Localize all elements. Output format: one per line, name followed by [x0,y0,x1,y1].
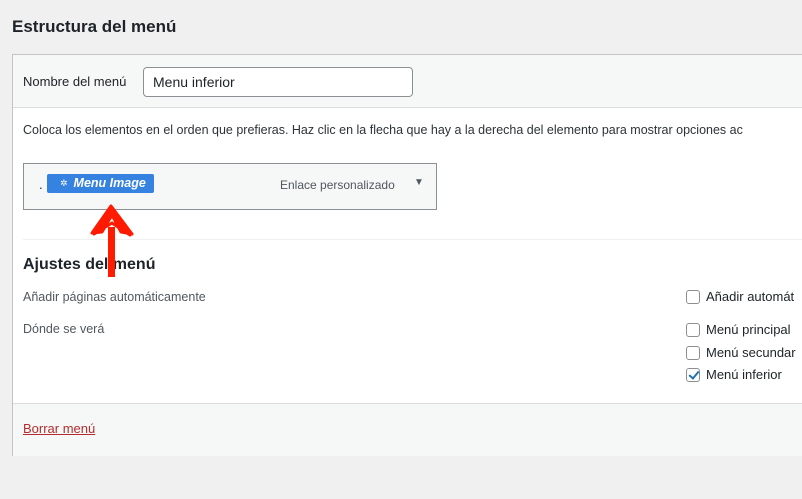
menu-structure-panel: Nombre del menú Coloca los elementos en … [12,54,802,456]
menu-item[interactable]: . ✲ Menu Image Enlace personalizado ▼ [23,163,437,210]
menu-instructions: Coloca los elementos en el orden que pre… [23,123,743,137]
location-option-secondary[interactable]: Menú secundar [686,344,796,362]
auto-add-checkbox[interactable] [686,289,700,304]
location-label-secondary: Menú secundar [706,345,796,361]
auto-add-label: Añadir páginas automáticamente [23,290,206,304]
auto-add-option[interactable]: Añadir automát [686,288,794,306]
location-option-footer[interactable]: Menú inferior [686,366,782,384]
auto-add-option-label: Añadir automát [706,289,795,305]
menu-item-type: Enlace personalizado [280,178,395,192]
location-checkbox-secondary[interactable] [686,345,700,360]
delete-menu-link[interactable]: Borrar menú [23,421,95,436]
gear-icon: ✲ [60,178,68,188]
panel-footer: Borrar menú [13,403,802,456]
section-divider [23,239,802,240]
location-option-primary[interactable]: Menú principal [686,321,791,339]
menu-item-title: Menu Image [73,176,146,190]
location-checkbox-footer[interactable] [686,367,700,382]
menu-settings-title: Ajustes del menú [23,256,156,273]
location-label-primary: Menú principal [706,322,791,338]
chevron-down-icon[interactable]: ▼ [414,177,424,188]
menu-item-title-badge[interactable]: ✲ Menu Image [47,174,154,193]
menu-name-label: Nombre del menú [23,74,127,89]
locations-label: Dónde se verá [23,322,105,336]
checkmark-icon [688,368,700,380]
menu-name-row: Nombre del menú [13,55,802,108]
menu-item-prefix: . [39,177,43,192]
location-label-footer: Menú inferior [706,367,782,383]
location-checkbox-primary[interactable] [686,322,700,337]
page-title: Estructura del menú [12,17,177,36]
menu-name-input[interactable] [143,67,413,97]
